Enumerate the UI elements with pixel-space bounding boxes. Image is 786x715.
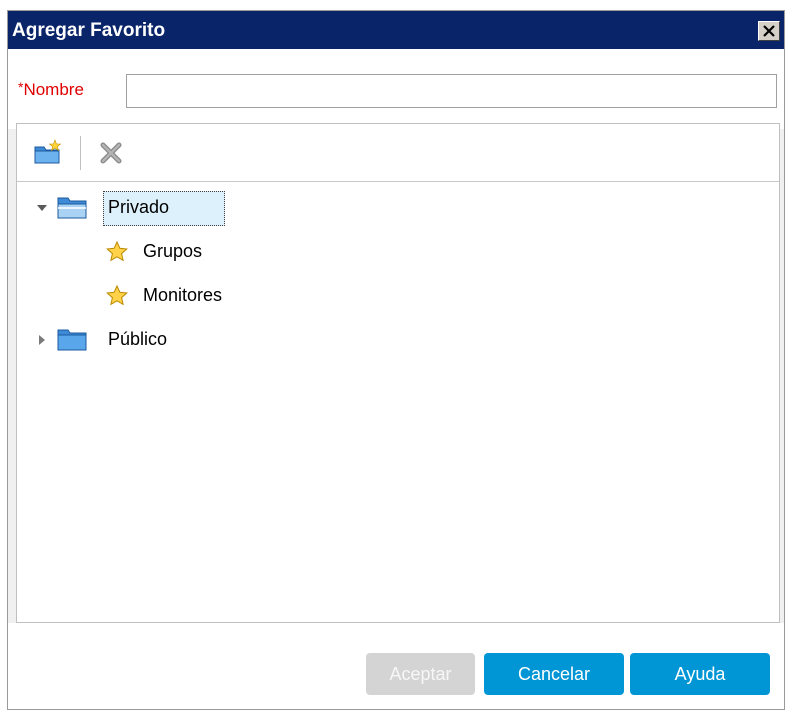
collapse-arrow-icon[interactable] <box>35 201 49 215</box>
tree-node-label: Privado <box>108 197 170 217</box>
new-folder-button[interactable] <box>33 139 62 167</box>
name-input[interactable] <box>126 74 777 108</box>
star-icon <box>106 284 128 306</box>
favorites-panel: Privado Grupos Monitores Público <box>16 123 780 623</box>
help-button[interactable]: Ayuda <box>630 653 770 695</box>
folder-open-icon <box>57 197 87 219</box>
accept-button[interactable]: Aceptar <box>366 653 475 695</box>
tree-node-label: Monitores <box>143 285 223 305</box>
favorites-tree: Privado Grupos Monitores Público <box>17 182 779 622</box>
tree-node-label: Público <box>108 329 168 349</box>
expand-arrow-icon[interactable] <box>35 333 49 347</box>
name-row: *Nombre <box>8 49 784 129</box>
star-icon <box>106 240 128 262</box>
dialog-title: Agregar Favorito <box>12 20 166 41</box>
name-label-group: *Nombre <box>18 79 84 100</box>
title-bar: Agregar Favorito <box>8 11 784 49</box>
tree-node-grupos[interactable]: Grupos <box>17 232 779 272</box>
add-favorite-dialog: Agregar Favorito *Nombre Privado Grupos … <box>7 10 785 710</box>
tree-node-publico[interactable]: Público <box>17 320 779 360</box>
dialog-footer: Aceptar Cancelar Ayuda <box>8 623 784 709</box>
new-folder-icon <box>34 139 62 164</box>
close-icon <box>763 25 775 37</box>
tree-node-label: Grupos <box>143 241 203 261</box>
delete-icon <box>100 142 122 164</box>
folder-icon <box>57 329 87 351</box>
delete-button[interactable] <box>97 139 125 167</box>
tree-node-privado[interactable]: Privado <box>17 188 779 228</box>
tree-toolbar <box>17 124 779 182</box>
close-button[interactable] <box>758 21 780 41</box>
required-marker: * <box>18 79 24 95</box>
toolbar-separator <box>80 136 81 170</box>
name-label: Nombre <box>23 80 84 99</box>
tree-node-monitores[interactable]: Monitores <box>17 276 779 316</box>
cancel-button[interactable]: Cancelar <box>484 653 624 695</box>
